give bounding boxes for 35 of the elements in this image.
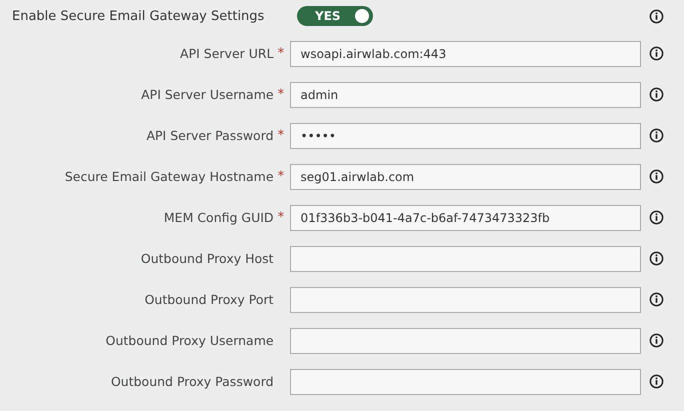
field-label: Secure Email Gateway Hostname	[64, 169, 274, 184]
info-icon[interactable]	[648, 333, 664, 348]
field-label: Outbound Proxy Username	[104, 333, 274, 348]
info-icon[interactable]	[648, 292, 664, 307]
field-label: Outbound Proxy Port	[144, 292, 274, 307]
info-icon[interactable]	[649, 8, 664, 24]
required-marker: *	[276, 210, 286, 225]
input-field[interactable]: •••••	[290, 122, 641, 148]
required-marker: *	[276, 87, 286, 102]
field-label: API Server Password	[145, 128, 274, 143]
input-field[interactable]	[290, 368, 641, 394]
input-field[interactable]	[290, 246, 641, 272]
field-label: Outbound Proxy Password	[110, 374, 274, 389]
field-label: MEM Config GUID	[162, 210, 274, 225]
input-field[interactable]: seg01.airwlab.com	[290, 164, 641, 190]
required-marker: *	[276, 128, 286, 143]
required-marker: *	[276, 169, 286, 184]
required-marker: *	[276, 46, 286, 61]
input-field[interactable]	[290, 328, 641, 354]
info-icon[interactable]	[648, 374, 664, 389]
info-icon[interactable]	[648, 251, 664, 266]
info-icon[interactable]	[649, 210, 664, 225]
toggle-switch[interactable]: YES	[297, 6, 373, 26]
info-icon[interactable]	[649, 169, 664, 184]
setting-label: Enable Secure Email Gateway Settings	[12, 8, 266, 24]
info-icon[interactable]	[649, 46, 664, 61]
field-label: API Server URL	[179, 46, 274, 61]
info-icon[interactable]	[649, 87, 664, 102]
input-field[interactable]: admin	[290, 82, 641, 108]
input-field[interactable]: 01f336b3-b041-4a7c-b6af-7473473323fb	[290, 204, 641, 230]
field-label: API Server Username	[140, 87, 274, 102]
input-field[interactable]: wsoapi.airwlab.com:443	[290, 40, 641, 66]
input-field[interactable]	[290, 286, 641, 312]
field-label: Outbound Proxy Host	[140, 251, 274, 266]
info-icon[interactable]	[649, 128, 664, 143]
